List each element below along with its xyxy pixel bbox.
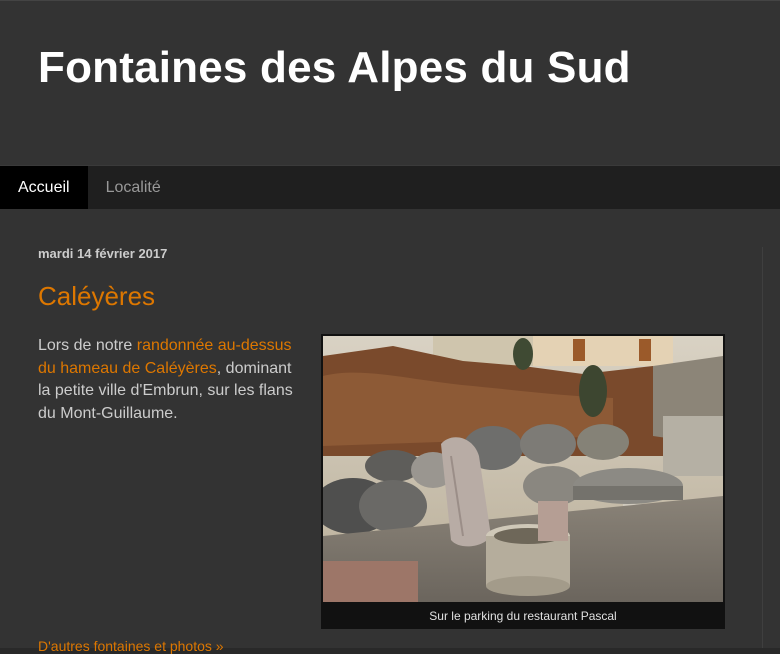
post-body: Lors de notre randonnée au-dessus du ham… [38, 335, 308, 425]
tab-accueil[interactable]: Accueil [0, 166, 88, 209]
photo-caption: Sur le parking du restaurant Pascal [429, 609, 617, 623]
blog-header: Fontaines des Alpes du Sud [0, 0, 780, 166]
sidebar-divider [762, 247, 763, 648]
blog-title[interactable]: Fontaines des Alpes du Sud [38, 43, 631, 93]
tab-localite[interactable]: Localité [88, 166, 179, 209]
page-tabs: Accueil Localité [0, 165, 780, 210]
main-content: mardi 14 février 2017 Caléyères Lors de … [0, 209, 780, 654]
post-photo-frame: Sur le parking du restaurant Pascal [321, 334, 725, 629]
fountain-photo-illustration [323, 336, 723, 602]
post-body-prefix: Lors de notre [38, 337, 137, 354]
post-photo[interactable] [323, 336, 723, 602]
post-date: mardi 14 février 2017 [38, 246, 168, 261]
more-fountains-link[interactable]: D'autres fontaines et photos » [38, 638, 224, 654]
post-title[interactable]: Caléyères [38, 281, 155, 312]
